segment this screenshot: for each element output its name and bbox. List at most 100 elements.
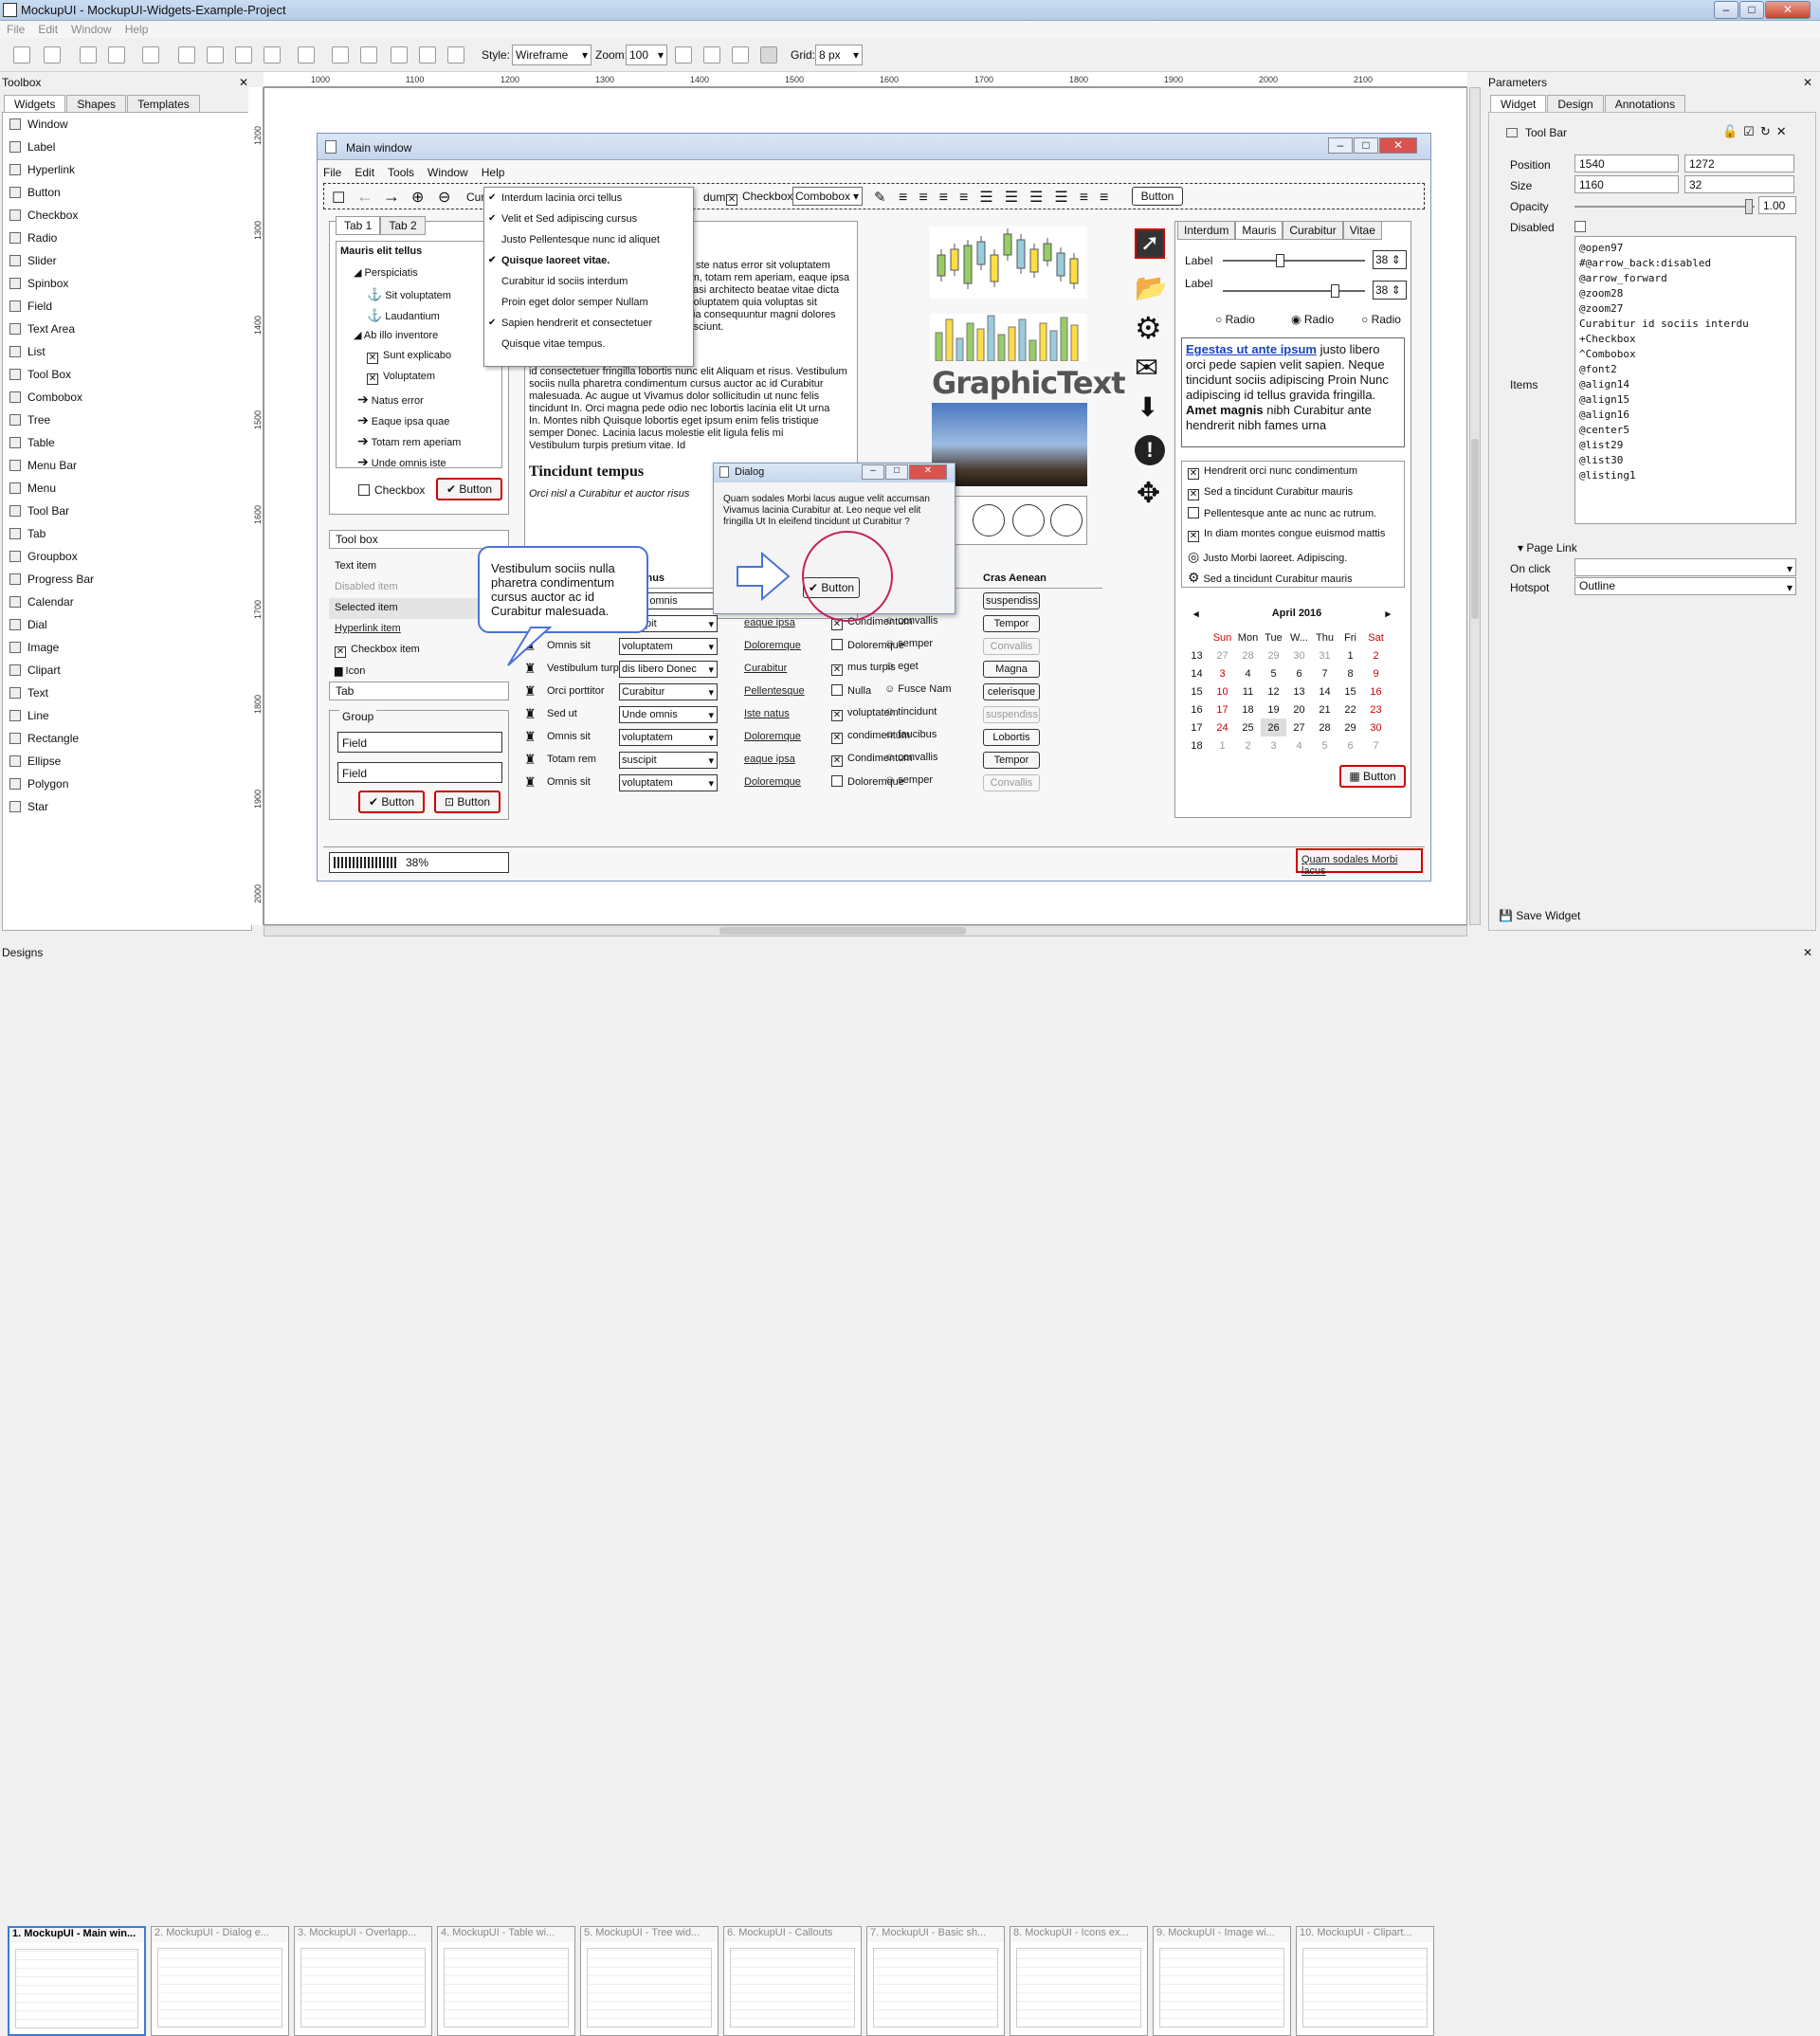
params-action-icons[interactable]: 🔓☑↻✕: [1722, 124, 1793, 139]
export-icon[interactable]: [142, 46, 159, 64]
menu-file[interactable]: File: [0, 21, 31, 38]
opacity-slider[interactable]: [1574, 199, 1755, 214]
mockup-menu-window[interactable]: Window: [428, 166, 468, 179]
toolbox-item[interactable]: Checkbox: [3, 204, 251, 227]
toolbox-item[interactable]: List: [3, 340, 251, 363]
hotspot-select[interactable]: Outline: [1574, 577, 1796, 595]
onclick-select[interactable]: [1574, 558, 1796, 576]
tab-widget[interactable]: Widget: [1490, 95, 1547, 113]
design-thumbnail[interactable]: 5. MockupUI - Tree wid...: [580, 1926, 719, 2036]
play-icon[interactable]: [264, 46, 281, 64]
toolbox-item[interactable]: Tree: [3, 409, 251, 431]
design-thumbnail[interactable]: 1. MockupUI - Main win...: [8, 1926, 146, 2036]
opacity-input[interactable]: 1.00: [1758, 196, 1796, 214]
page-link-section[interactable]: ▾ Page Link: [1518, 541, 1577, 554]
canvas-scrollbar-h[interactable]: [264, 925, 1467, 936]
page-icon[interactable]: [178, 46, 195, 64]
copy-icon[interactable]: [419, 46, 436, 64]
position-y-input[interactable]: 1272: [1684, 155, 1794, 173]
mockup-menu-file[interactable]: File: [323, 166, 341, 179]
design-thumbnail[interactable]: 8. MockupUI - Icons ex...: [1010, 1926, 1148, 2036]
paste-icon[interactable]: [447, 46, 464, 64]
toolbox-item[interactable]: Text Area: [3, 318, 251, 340]
widget-type-icon: [9, 460, 21, 471]
toolbox-item[interactable]: Tab: [3, 522, 251, 545]
minimize-button[interactable]: –: [1714, 1, 1738, 19]
toolbox-item[interactable]: Table: [3, 431, 251, 454]
design-thumbnail[interactable]: 10. MockupUI - Clipart...: [1296, 1926, 1434, 2036]
menu-help[interactable]: Help: [118, 21, 155, 38]
toolbox-item[interactable]: Window: [3, 113, 251, 136]
print-icon[interactable]: [298, 46, 315, 64]
toolbox-item[interactable]: Progress Bar: [3, 568, 251, 591]
design-thumbnail[interactable]: 3. MockupUI - Overlapp...: [294, 1926, 432, 2036]
design-thumbnail[interactable]: 6. MockupUI - Callouts: [723, 1926, 862, 2036]
toolbox-item[interactable]: Combobox: [3, 386, 251, 409]
design-thumbnail[interactable]: 2. MockupUI - Dialog e...: [151, 1926, 289, 2036]
toolbox-item[interactable]: Button: [3, 181, 251, 204]
style-select[interactable]: Wireframe: [512, 45, 592, 65]
design-thumbnail[interactable]: 7. MockupUI - Basic sh...: [866, 1926, 1005, 2036]
close-button[interactable]: ✕: [1765, 1, 1811, 19]
toolbox-item[interactable]: Spinbox: [3, 272, 251, 295]
zoom-in-icon[interactable]: [675, 46, 692, 64]
mockup-menu-help[interactable]: Help: [482, 166, 505, 179]
tab-shapes[interactable]: Shapes: [66, 95, 127, 113]
zoom-input[interactable]: 100: [626, 45, 667, 65]
toolbox-item[interactable]: Ellipse: [3, 750, 251, 773]
tab-design[interactable]: Design: [1547, 95, 1604, 113]
mockup-menu-tools[interactable]: Tools: [388, 166, 414, 179]
tab-templates[interactable]: Templates: [127, 95, 200, 113]
design-thumbnail[interactable]: 4. MockupUI - Table wi...: [437, 1926, 575, 2036]
cut-icon[interactable]: [391, 46, 408, 64]
toolbox-item[interactable]: Radio: [3, 227, 251, 249]
page-export-icon[interactable]: [235, 46, 252, 64]
grid-select[interactable]: 8 px: [815, 45, 863, 65]
size-h-input[interactable]: 32: [1684, 175, 1794, 193]
toolbox-item[interactable]: Star: [3, 795, 251, 818]
toolbox-item[interactable]: Menu: [3, 477, 251, 500]
toolbox-item[interactable]: Polygon: [3, 773, 251, 795]
toolbox-item[interactable]: Slider: [3, 249, 251, 272]
toolbox-item[interactable]: Label: [3, 136, 251, 158]
toolbox-item[interactable]: Image: [3, 636, 251, 659]
tab-annotations[interactable]: Annotations: [1604, 95, 1686, 113]
toolbox-item[interactable]: Clipart: [3, 659, 251, 682]
toolbox-item[interactable]: Tool Box: [3, 363, 251, 386]
pages-icon[interactable]: [207, 46, 224, 64]
zoom-out-icon[interactable]: [703, 46, 720, 64]
toolbox-item[interactable]: Field: [3, 295, 251, 318]
toolbox-item[interactable]: Tool Bar: [3, 500, 251, 522]
items-textarea[interactable]: @open97 #@arrow_back:disabled @arrow_forwa…: [1574, 236, 1796, 524]
menu-window[interactable]: Window: [64, 21, 118, 38]
toolbox-item[interactable]: Line: [3, 704, 251, 727]
redo-icon[interactable]: [360, 46, 377, 64]
toolbox-item[interactable]: Dial: [3, 613, 251, 636]
toolbox-item[interactable]: Rectangle: [3, 727, 251, 750]
design-thumbnail[interactable]: 9. MockupUI - Image wi...: [1153, 1926, 1291, 2036]
zoom-fit-icon[interactable]: [732, 46, 749, 64]
copy-design-icon[interactable]: [44, 46, 61, 64]
new-icon[interactable]: [13, 46, 30, 64]
save-widget-button[interactable]: 💾 Save Widget: [1499, 909, 1580, 922]
designs-close-icon[interactable]: ✕: [1803, 946, 1812, 959]
disabled-checkbox[interactable]: [1574, 221, 1586, 232]
tab-widgets[interactable]: Widgets: [4, 95, 66, 113]
menu-edit[interactable]: Edit: [31, 21, 64, 38]
position-x-input[interactable]: 1540: [1574, 155, 1679, 173]
save-icon[interactable]: [80, 46, 97, 64]
panel-close-icon[interactable]: ✕: [239, 76, 248, 89]
delete-icon[interactable]: [108, 46, 125, 64]
toolbox-item[interactable]: Hyperlink: [3, 158, 251, 181]
zoom-reset-icon[interactable]: [760, 46, 777, 64]
params-close-icon[interactable]: ✕: [1803, 76, 1812, 89]
toolbox-item[interactable]: Text: [3, 682, 251, 704]
toolbox-item[interactable]: Menu Bar: [3, 454, 251, 477]
size-w-input[interactable]: 1160: [1574, 175, 1679, 193]
toolbox-item[interactable]: Calendar: [3, 591, 251, 613]
maximize-button[interactable]: □: [1739, 1, 1764, 19]
canvas-scrollbar-v[interactable]: [1469, 87, 1481, 925]
mockup-menu-edit[interactable]: Edit: [355, 166, 374, 179]
toolbox-item[interactable]: Groupbox: [3, 545, 251, 568]
undo-icon[interactable]: [332, 46, 349, 64]
